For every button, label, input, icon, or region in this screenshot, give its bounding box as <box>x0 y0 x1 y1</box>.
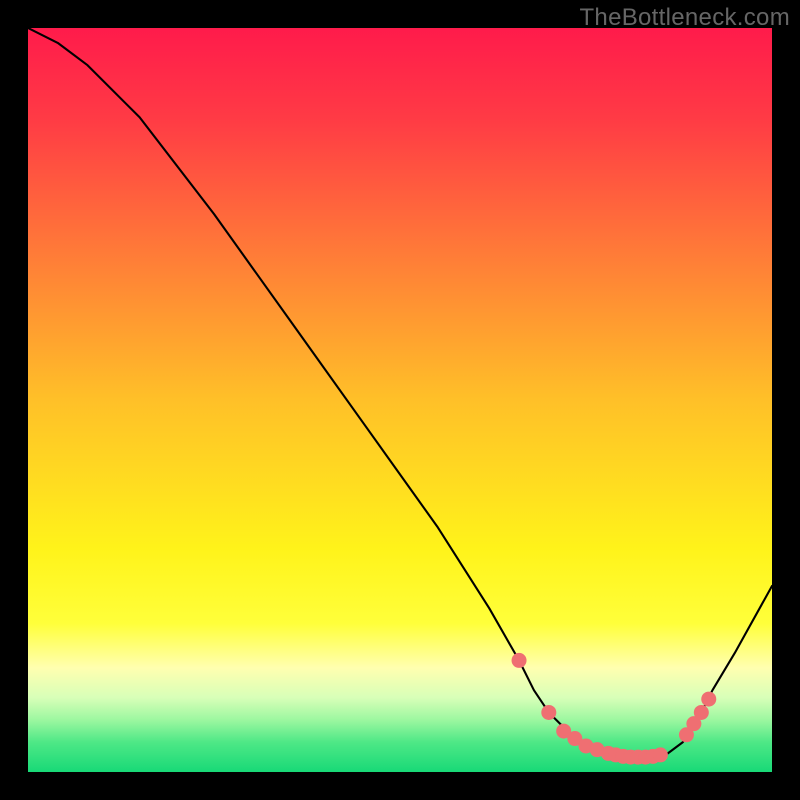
data-marker <box>653 747 668 762</box>
data-marker <box>694 705 709 720</box>
bottleneck-curve-chart <box>28 28 772 772</box>
gradient-background <box>28 28 772 772</box>
plot-area <box>28 28 772 772</box>
watermark-text: TheBottleneck.com <box>579 4 790 32</box>
data-marker <box>512 653 527 668</box>
data-marker <box>541 705 556 720</box>
data-marker <box>701 692 716 707</box>
chart-container: TheBottleneck.com <box>0 0 800 800</box>
